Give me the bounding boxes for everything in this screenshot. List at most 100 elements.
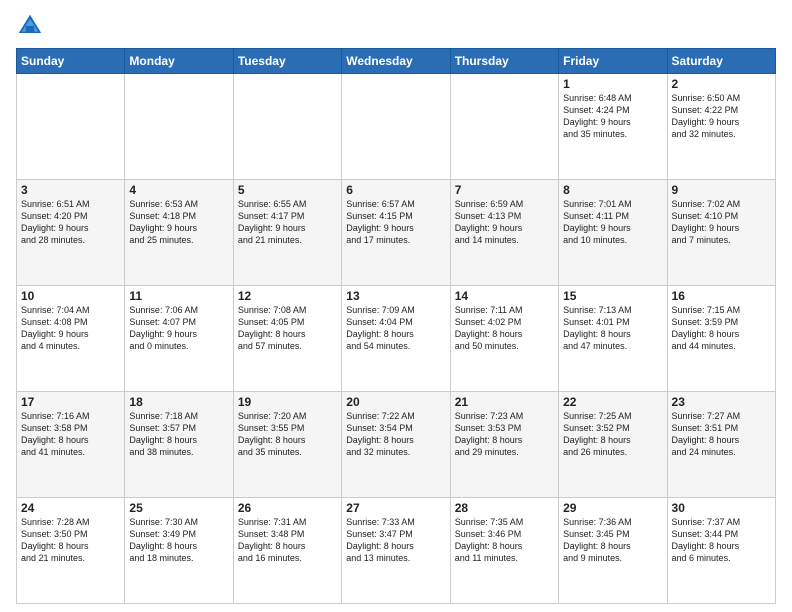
day-number: 19 [238, 395, 337, 409]
calendar-week-row: 17Sunrise: 7:16 AM Sunset: 3:58 PM Dayli… [17, 392, 776, 498]
day-number: 18 [129, 395, 228, 409]
calendar-day-cell: 23Sunrise: 7:27 AM Sunset: 3:51 PM Dayli… [667, 392, 775, 498]
calendar-day-cell: 4Sunrise: 6:53 AM Sunset: 4:18 PM Daylig… [125, 180, 233, 286]
day-info: Sunrise: 6:51 AM Sunset: 4:20 PM Dayligh… [21, 198, 120, 247]
calendar-day-cell: 15Sunrise: 7:13 AM Sunset: 4:01 PM Dayli… [559, 286, 667, 392]
calendar-day-cell: 16Sunrise: 7:15 AM Sunset: 3:59 PM Dayli… [667, 286, 775, 392]
calendar-day-cell: 28Sunrise: 7:35 AM Sunset: 3:46 PM Dayli… [450, 498, 558, 604]
calendar-day-cell: 22Sunrise: 7:25 AM Sunset: 3:52 PM Dayli… [559, 392, 667, 498]
day-number: 20 [346, 395, 445, 409]
calendar-day-cell: 6Sunrise: 6:57 AM Sunset: 4:15 PM Daylig… [342, 180, 450, 286]
day-of-week-header: Tuesday [233, 49, 341, 74]
day-info: Sunrise: 6:53 AM Sunset: 4:18 PM Dayligh… [129, 198, 228, 247]
day-number: 13 [346, 289, 445, 303]
day-info: Sunrise: 7:23 AM Sunset: 3:53 PM Dayligh… [455, 410, 554, 459]
day-number: 28 [455, 501, 554, 515]
calendar-day-cell: 17Sunrise: 7:16 AM Sunset: 3:58 PM Dayli… [17, 392, 125, 498]
day-of-week-header: Friday [559, 49, 667, 74]
day-info: Sunrise: 7:06 AM Sunset: 4:07 PM Dayligh… [129, 304, 228, 353]
calendar-day-cell: 8Sunrise: 7:01 AM Sunset: 4:11 PM Daylig… [559, 180, 667, 286]
day-info: Sunrise: 7:37 AM Sunset: 3:44 PM Dayligh… [672, 516, 771, 565]
calendar-day-cell: 24Sunrise: 7:28 AM Sunset: 3:50 PM Dayli… [17, 498, 125, 604]
logo-icon [16, 12, 44, 40]
day-info: Sunrise: 7:30 AM Sunset: 3:49 PM Dayligh… [129, 516, 228, 565]
calendar-day-cell: 12Sunrise: 7:08 AM Sunset: 4:05 PM Dayli… [233, 286, 341, 392]
calendar-day-cell [342, 74, 450, 180]
day-number: 2 [672, 77, 771, 91]
day-info: Sunrise: 7:02 AM Sunset: 4:10 PM Dayligh… [672, 198, 771, 247]
calendar-day-cell [17, 74, 125, 180]
day-info: Sunrise: 7:28 AM Sunset: 3:50 PM Dayligh… [21, 516, 120, 565]
day-info: Sunrise: 6:55 AM Sunset: 4:17 PM Dayligh… [238, 198, 337, 247]
calendar-day-cell: 13Sunrise: 7:09 AM Sunset: 4:04 PM Dayli… [342, 286, 450, 392]
calendar-day-cell: 9Sunrise: 7:02 AM Sunset: 4:10 PM Daylig… [667, 180, 775, 286]
calendar-day-cell [125, 74, 233, 180]
calendar-day-cell: 29Sunrise: 7:36 AM Sunset: 3:45 PM Dayli… [559, 498, 667, 604]
calendar-day-cell: 5Sunrise: 6:55 AM Sunset: 4:17 PM Daylig… [233, 180, 341, 286]
calendar-table: SundayMondayTuesdayWednesdayThursdayFrid… [16, 48, 776, 604]
day-info: Sunrise: 7:11 AM Sunset: 4:02 PM Dayligh… [455, 304, 554, 353]
day-info: Sunrise: 7:04 AM Sunset: 4:08 PM Dayligh… [21, 304, 120, 353]
calendar-day-cell [233, 74, 341, 180]
day-number: 24 [21, 501, 120, 515]
day-of-week-header: Sunday [17, 49, 125, 74]
calendar-day-cell: 21Sunrise: 7:23 AM Sunset: 3:53 PM Dayli… [450, 392, 558, 498]
day-info: Sunrise: 7:16 AM Sunset: 3:58 PM Dayligh… [21, 410, 120, 459]
calendar-day-cell: 20Sunrise: 7:22 AM Sunset: 3:54 PM Dayli… [342, 392, 450, 498]
calendar-day-cell: 25Sunrise: 7:30 AM Sunset: 3:49 PM Dayli… [125, 498, 233, 604]
day-of-week-header: Wednesday [342, 49, 450, 74]
calendar-day-cell: 14Sunrise: 7:11 AM Sunset: 4:02 PM Dayli… [450, 286, 558, 392]
day-info: Sunrise: 7:27 AM Sunset: 3:51 PM Dayligh… [672, 410, 771, 459]
day-info: Sunrise: 7:36 AM Sunset: 3:45 PM Dayligh… [563, 516, 662, 565]
day-of-week-header: Monday [125, 49, 233, 74]
calendar-day-cell: 10Sunrise: 7:04 AM Sunset: 4:08 PM Dayli… [17, 286, 125, 392]
day-number: 26 [238, 501, 337, 515]
day-number: 23 [672, 395, 771, 409]
calendar-day-cell: 26Sunrise: 7:31 AM Sunset: 3:48 PM Dayli… [233, 498, 341, 604]
day-number: 3 [21, 183, 120, 197]
calendar-day-cell: 11Sunrise: 7:06 AM Sunset: 4:07 PM Dayli… [125, 286, 233, 392]
day-of-week-header: Saturday [667, 49, 775, 74]
day-number: 4 [129, 183, 228, 197]
day-info: Sunrise: 7:01 AM Sunset: 4:11 PM Dayligh… [563, 198, 662, 247]
calendar-week-row: 1Sunrise: 6:48 AM Sunset: 4:24 PM Daylig… [17, 74, 776, 180]
day-info: Sunrise: 7:15 AM Sunset: 3:59 PM Dayligh… [672, 304, 771, 353]
day-info: Sunrise: 6:57 AM Sunset: 4:15 PM Dayligh… [346, 198, 445, 247]
day-number: 12 [238, 289, 337, 303]
day-info: Sunrise: 7:13 AM Sunset: 4:01 PM Dayligh… [563, 304, 662, 353]
day-number: 7 [455, 183, 554, 197]
day-number: 22 [563, 395, 662, 409]
day-number: 17 [21, 395, 120, 409]
day-number: 21 [455, 395, 554, 409]
calendar-header-row: SundayMondayTuesdayWednesdayThursdayFrid… [17, 49, 776, 74]
calendar-day-cell: 2Sunrise: 6:50 AM Sunset: 4:22 PM Daylig… [667, 74, 775, 180]
calendar-day-cell: 7Sunrise: 6:59 AM Sunset: 4:13 PM Daylig… [450, 180, 558, 286]
day-number: 10 [21, 289, 120, 303]
day-number: 27 [346, 501, 445, 515]
day-number: 29 [563, 501, 662, 515]
day-number: 15 [563, 289, 662, 303]
day-info: Sunrise: 7:31 AM Sunset: 3:48 PM Dayligh… [238, 516, 337, 565]
day-info: Sunrise: 6:48 AM Sunset: 4:24 PM Dayligh… [563, 92, 662, 141]
day-info: Sunrise: 7:25 AM Sunset: 3:52 PM Dayligh… [563, 410, 662, 459]
day-number: 14 [455, 289, 554, 303]
page: SundayMondayTuesdayWednesdayThursdayFrid… [0, 0, 792, 612]
day-number: 16 [672, 289, 771, 303]
logo [16, 12, 48, 40]
day-number: 9 [672, 183, 771, 197]
calendar-day-cell: 3Sunrise: 6:51 AM Sunset: 4:20 PM Daylig… [17, 180, 125, 286]
calendar-day-cell: 18Sunrise: 7:18 AM Sunset: 3:57 PM Dayli… [125, 392, 233, 498]
day-number: 8 [563, 183, 662, 197]
calendar-day-cell: 19Sunrise: 7:20 AM Sunset: 3:55 PM Dayli… [233, 392, 341, 498]
calendar-day-cell: 30Sunrise: 7:37 AM Sunset: 3:44 PM Dayli… [667, 498, 775, 604]
day-number: 5 [238, 183, 337, 197]
day-number: 25 [129, 501, 228, 515]
calendar-week-row: 3Sunrise: 6:51 AM Sunset: 4:20 PM Daylig… [17, 180, 776, 286]
day-number: 1 [563, 77, 662, 91]
header [16, 12, 776, 40]
calendar-day-cell: 1Sunrise: 6:48 AM Sunset: 4:24 PM Daylig… [559, 74, 667, 180]
day-number: 11 [129, 289, 228, 303]
day-info: Sunrise: 7:20 AM Sunset: 3:55 PM Dayligh… [238, 410, 337, 459]
calendar-week-row: 24Sunrise: 7:28 AM Sunset: 3:50 PM Dayli… [17, 498, 776, 604]
day-info: Sunrise: 7:08 AM Sunset: 4:05 PM Dayligh… [238, 304, 337, 353]
